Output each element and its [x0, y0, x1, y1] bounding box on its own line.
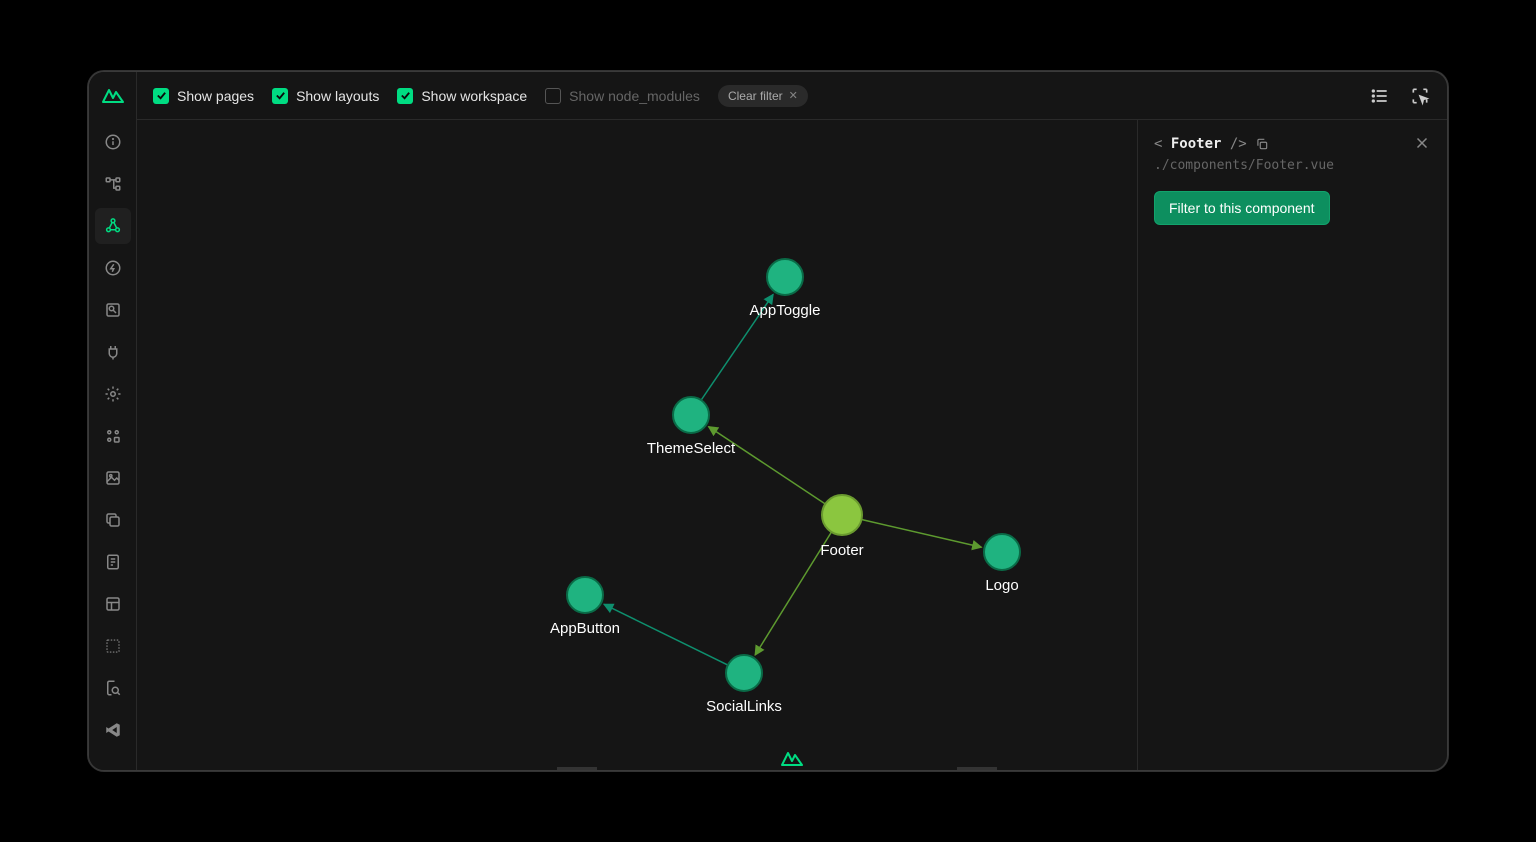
bottom-drag-handle[interactable]: [557, 767, 597, 770]
checkbox-icon: [545, 88, 561, 104]
graph-node-logo[interactable]: Logo: [984, 534, 1020, 594]
component-tag: < Footer />: [1154, 136, 1247, 152]
copy-icon[interactable]: [1255, 137, 1269, 151]
graph-node-themeselect[interactable]: ThemeSelect: [647, 397, 736, 457]
graph-node-label: SocialLinks: [706, 698, 782, 715]
checkbox-label: Show pages: [177, 88, 254, 104]
sidebar-images[interactable]: [95, 460, 131, 496]
checkbox-icon: [397, 88, 413, 104]
sidebar-modules[interactable]: [95, 418, 131, 454]
graph-node-apptoggle[interactable]: AppToggle: [750, 259, 821, 319]
sidebar-vscode[interactable]: [95, 712, 131, 748]
graph-edge: [709, 427, 826, 504]
clear-filter-label: Clear filter: [728, 89, 783, 103]
graph-node-label: Logo: [985, 577, 1018, 594]
checkbox-icon: [272, 88, 288, 104]
content-area: Footer ThemeSelect AppToggle Logo SocialLink…: [137, 120, 1447, 770]
inspect-cursor-icon[interactable]: [1409, 85, 1431, 107]
topbar: Show pages Show layouts Show workspace S…: [137, 72, 1447, 120]
component-graph[interactable]: Footer ThemeSelect AppToggle Logo SocialLink…: [137, 120, 1137, 770]
sidebar-file[interactable]: [95, 544, 131, 580]
checkbox-show-workspace[interactable]: Show workspace: [397, 88, 527, 104]
nuxt-logo[interactable]: [100, 82, 126, 108]
sidebar-search-doc[interactable]: [95, 670, 131, 706]
filter-to-component-button[interactable]: Filter to this component: [1154, 191, 1330, 225]
sidebar-performance[interactable]: [95, 250, 131, 286]
checkbox-label: Show node_modules: [569, 88, 700, 104]
clear-filter-button[interactable]: Clear filter ✕: [718, 85, 808, 107]
graph-node-label: Footer: [820, 542, 863, 559]
checkbox-show-layouts[interactable]: Show layouts: [272, 88, 379, 104]
sidebar-inspect[interactable]: [95, 292, 131, 328]
sidebar: [89, 72, 137, 770]
checkbox-show-node-modules[interactable]: Show node_modules: [545, 88, 700, 104]
close-icon: ✕: [789, 89, 798, 102]
main-area: Show pages Show layouts Show workspace S…: [137, 72, 1447, 770]
graph-node-label: AppToggle: [750, 302, 821, 319]
sidebar-graph[interactable]: [95, 208, 131, 244]
sidebar-tree[interactable]: [95, 166, 131, 202]
bottom-drag-handle[interactable]: [957, 767, 997, 770]
close-panel-button[interactable]: [1413, 134, 1431, 152]
nuxt-logo-footer[interactable]: [780, 750, 804, 766]
panel-header: < Footer />: [1154, 136, 1431, 152]
checkbox-label: Show layouts: [296, 88, 379, 104]
sidebar-layout[interactable]: [95, 586, 131, 622]
graph-edge: [604, 604, 728, 665]
sidebar-settings[interactable]: [95, 376, 131, 412]
graph-node-label: ThemeSelect: [647, 440, 736, 457]
checkbox-label: Show workspace: [421, 88, 527, 104]
checkbox-show-pages[interactable]: Show pages: [153, 88, 254, 104]
graph-node-sociallinks[interactable]: SocialLinks: [706, 655, 782, 715]
sidebar-info[interactable]: [95, 124, 131, 160]
sidebar-duplicate[interactable]: [95, 502, 131, 538]
graph-edge: [861, 520, 981, 548]
list-view-icon[interactable]: [1369, 85, 1391, 107]
component-details-panel: < Footer /> ./components/Footer.vue Filt…: [1137, 120, 1447, 770]
sidebar-select[interactable]: [95, 628, 131, 664]
sidebar-plugins[interactable]: [95, 334, 131, 370]
graph-node-label: AppButton: [550, 620, 620, 637]
component-path: ./components/Footer.vue: [1154, 158, 1431, 173]
graph-node-footer[interactable]: Footer: [820, 495, 863, 559]
app-window: Show pages Show layouts Show workspace S…: [88, 71, 1448, 771]
checkbox-icon: [153, 88, 169, 104]
